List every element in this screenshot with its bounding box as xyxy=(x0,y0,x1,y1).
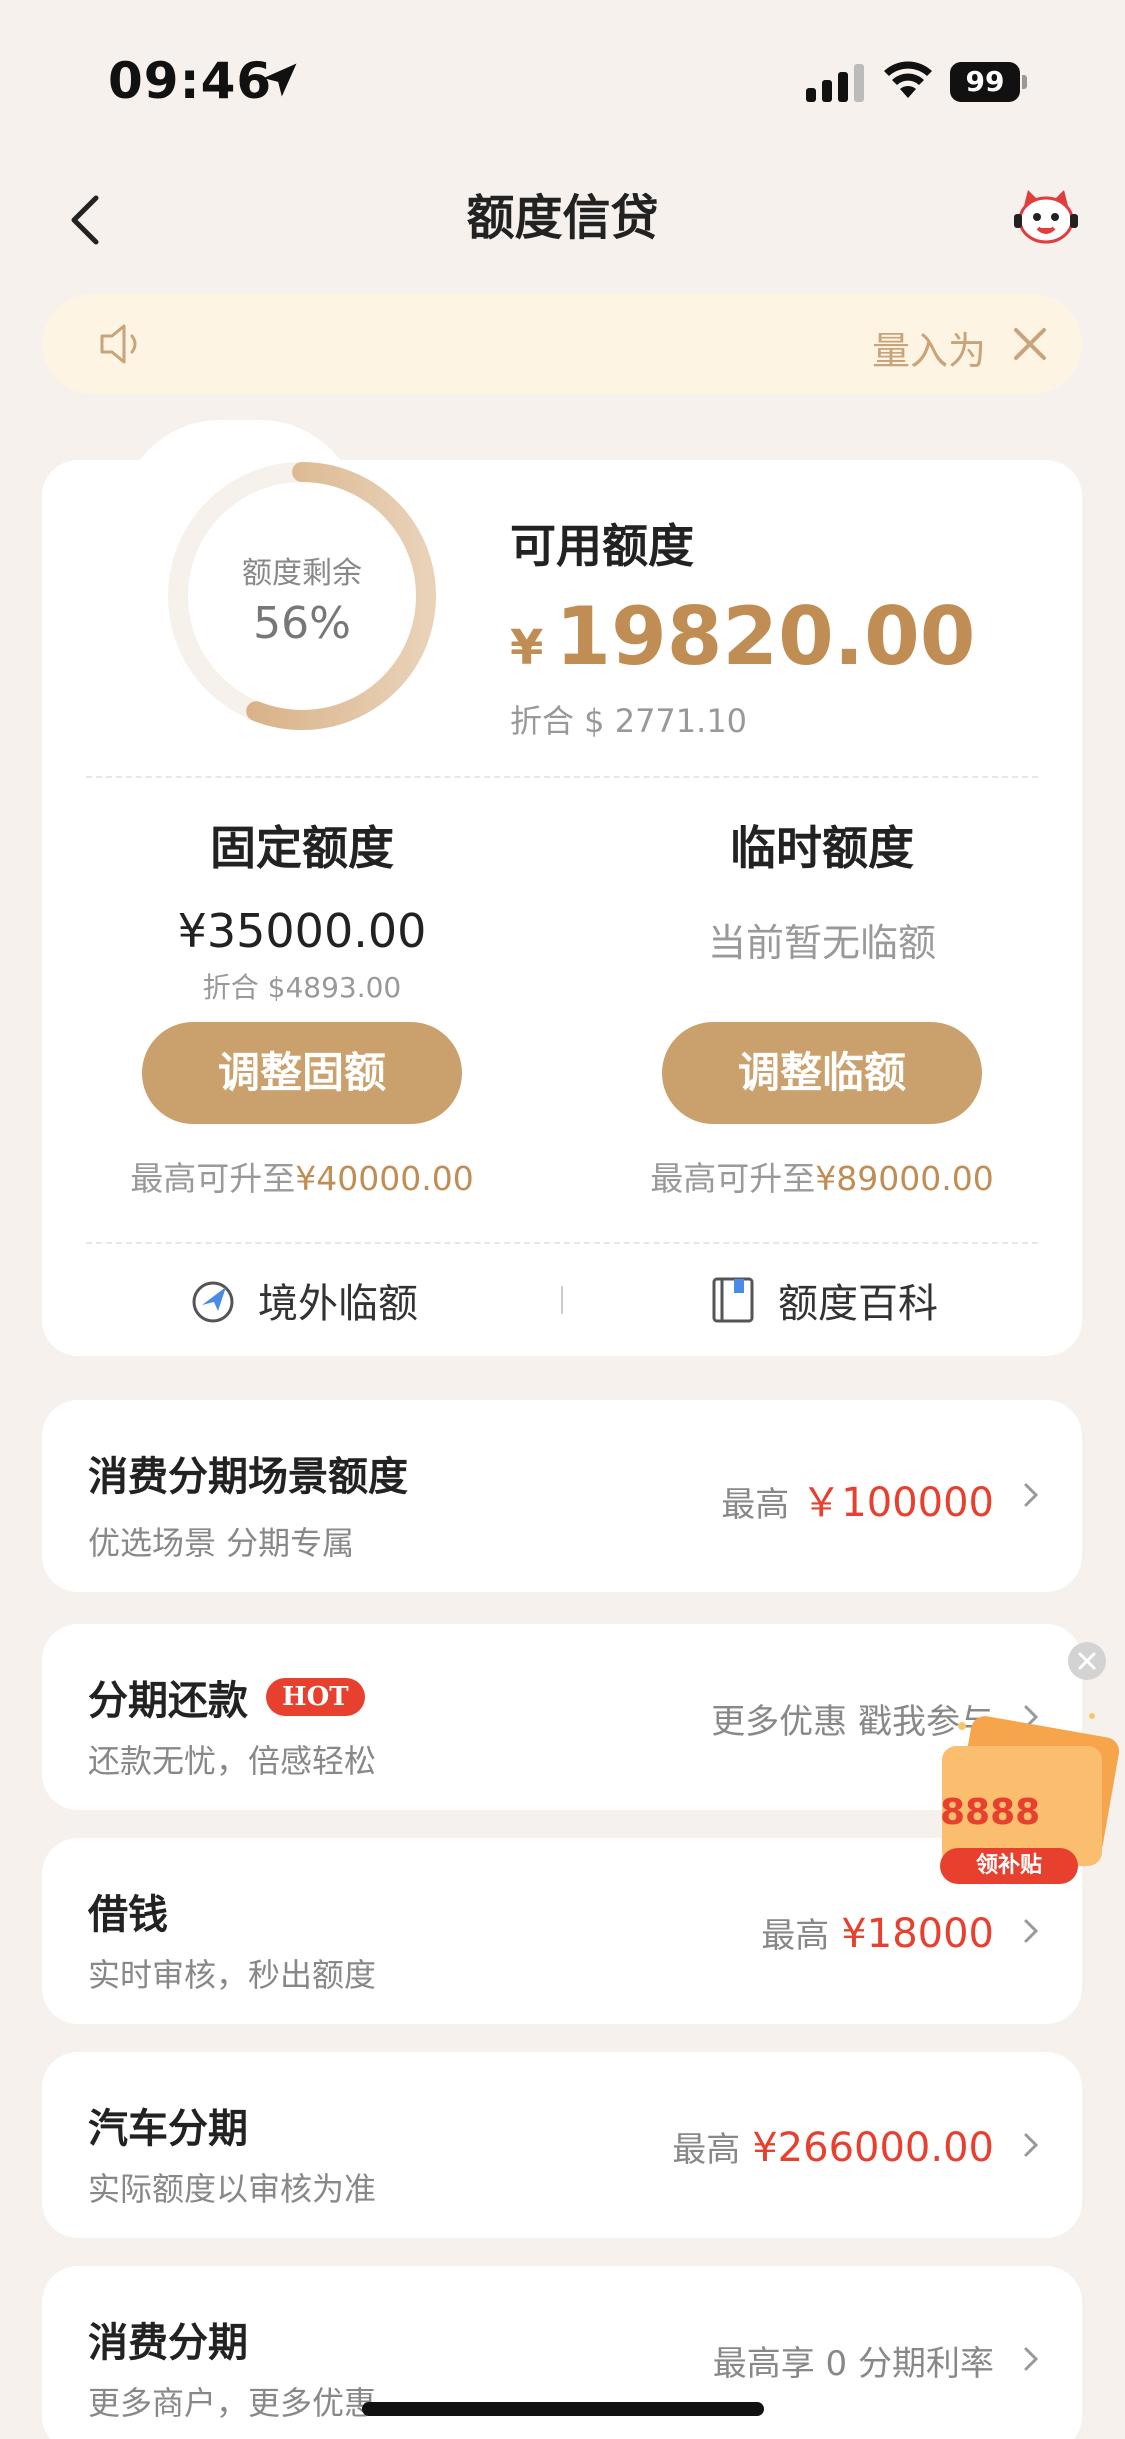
currency-symbol: ¥ xyxy=(510,620,544,676)
item-title-row: 分期还款 HOT xyxy=(88,1668,365,1726)
notice-bar[interactable]: 量入为 xyxy=(42,294,1082,394)
available-limit-title: 可用额度 xyxy=(510,519,694,573)
item-title: 汽车分期 xyxy=(88,2106,248,2152)
chevron-right-icon xyxy=(1024,2133,1039,2157)
item-prefix: 最高 xyxy=(761,1916,830,1956)
chevron-right-icon xyxy=(1024,1483,1039,1507)
airplane-globe-icon xyxy=(192,1281,234,1323)
ring-label: 额度剩余 xyxy=(242,556,362,591)
battery-icon: 99 xyxy=(950,62,1028,102)
nav-bar: 额度信贷 xyxy=(0,160,1125,270)
wifi-icon xyxy=(884,61,932,98)
item-subtitle: 优选场景 分期专属 xyxy=(88,1524,355,1562)
hot-badge: HOT xyxy=(266,1678,365,1716)
overseas-limit-link[interactable]: 境外临额 xyxy=(188,1270,418,1330)
temporary-limit-section: 临时额度 当前暂无临额 xyxy=(602,812,1042,967)
overseas-limit-label: 境外临额 xyxy=(258,1281,418,1327)
item-title: 借钱 xyxy=(88,1892,168,1938)
limit-encyclopedia-link[interactable]: 额度百科 xyxy=(708,1270,938,1330)
close-icon[interactable] xyxy=(1006,320,1054,368)
home-indicator xyxy=(362,2402,764,2416)
location-arrow-icon xyxy=(263,63,297,97)
item-amount: ¥266000.00 xyxy=(752,2125,994,2171)
item-prefix: 最高 xyxy=(672,2130,741,2170)
item-title: 分期还款 xyxy=(88,1678,248,1724)
adjust-temporary-button[interactable]: 调整临额 xyxy=(662,1022,982,1124)
item-subtitle: 实时审核，秒出额度 xyxy=(88,1956,377,1994)
fixed-limit-usd: 折合 $4893.00 xyxy=(202,971,402,1004)
item-right: 最高 ¥18000 xyxy=(761,1908,994,1957)
book-icon xyxy=(712,1277,754,1323)
temporary-max-line: 最高可升至¥89000.00 xyxy=(602,1152,1042,1200)
adjust-fixed-button[interactable]: 调整固额 xyxy=(142,1022,462,1124)
fixed-max-line: 最高可升至¥40000.00 xyxy=(82,1152,522,1200)
fixed-limit-value: ¥35000.00 xyxy=(177,904,427,958)
speaker-icon xyxy=(100,324,137,364)
limit-encyclopedia-label: 额度百科 xyxy=(778,1281,938,1327)
close-icon xyxy=(1078,1652,1096,1670)
available-limit-usd: 折合 $ 2771.10 xyxy=(510,702,748,740)
item-subtitle: 还款无忧，倍感轻松 xyxy=(88,1742,377,1780)
mascot-customer-service-icon[interactable] xyxy=(1012,184,1080,248)
item-right: 最高享 0 分期利率 xyxy=(712,2344,994,2384)
item-right: 最高 ￥100000 xyxy=(721,1470,994,1528)
item-right: 最高 ¥266000.00 xyxy=(672,2122,994,2171)
car-installment-item[interactable]: 汽车分期 实际额度以审核为准 最高 ¥266000.00 xyxy=(42,2052,1082,2238)
max-prefix: 最高可升至 xyxy=(130,1159,296,1198)
promo-close-button[interactable] xyxy=(1068,1642,1106,1680)
divider xyxy=(86,776,1038,778)
ring-value: 56% xyxy=(253,598,351,649)
remaining-ring-gauge xyxy=(168,462,436,730)
item-amount: ￥100000 xyxy=(801,1480,994,1526)
page-title: 额度信贷 xyxy=(466,190,659,246)
max-prefix: 最高可升至 xyxy=(650,1159,816,1198)
temporary-limit-empty: 当前暂无临额 xyxy=(707,921,936,965)
link-separator xyxy=(561,1286,563,1314)
battery-level: 99 xyxy=(950,62,1020,102)
notice-text: 量入为 xyxy=(872,329,982,373)
item-subtitle: 更多商户，更多优惠 xyxy=(88,2384,377,2422)
available-amount-value: 19820.00 xyxy=(555,590,976,683)
item-prefix: 最高 xyxy=(721,1485,790,1525)
fixed-max-amount: ¥40000.00 xyxy=(295,1159,474,1198)
divider xyxy=(86,1242,1038,1244)
status-bar: 09:46 99 xyxy=(0,0,1125,160)
promo-amount: 8888 xyxy=(940,1792,1041,1833)
item-title: 消费分期 xyxy=(88,2320,248,2366)
promo-badge[interactable]: 领补贴 xyxy=(940,1848,1078,1884)
item-amount: ¥18000 xyxy=(841,1911,994,1957)
temporary-max-amount: ¥89000.00 xyxy=(815,1159,994,1198)
fixed-limit-section: 固定额度 ¥35000.00 折合 $4893.00 xyxy=(82,812,522,1006)
temporary-limit-title: 临时额度 xyxy=(730,821,914,875)
fixed-limit-title: 固定额度 xyxy=(210,821,394,875)
chevron-right-icon xyxy=(1024,1919,1039,1943)
item-subtitle: 实际额度以审核为准 xyxy=(88,2170,377,2208)
cellular-signal-icon xyxy=(806,64,864,102)
installment-scene-limit-item[interactable]: 消费分期场景额度 优选场景 分期专属 最高 ￥100000 xyxy=(42,1400,1082,1592)
status-time: 09:46 xyxy=(108,52,273,110)
available-limit-amount: ¥19820.00 xyxy=(510,590,975,683)
item-title: 消费分期场景额度 xyxy=(88,1454,408,1500)
chevron-right-icon xyxy=(1024,2347,1039,2371)
